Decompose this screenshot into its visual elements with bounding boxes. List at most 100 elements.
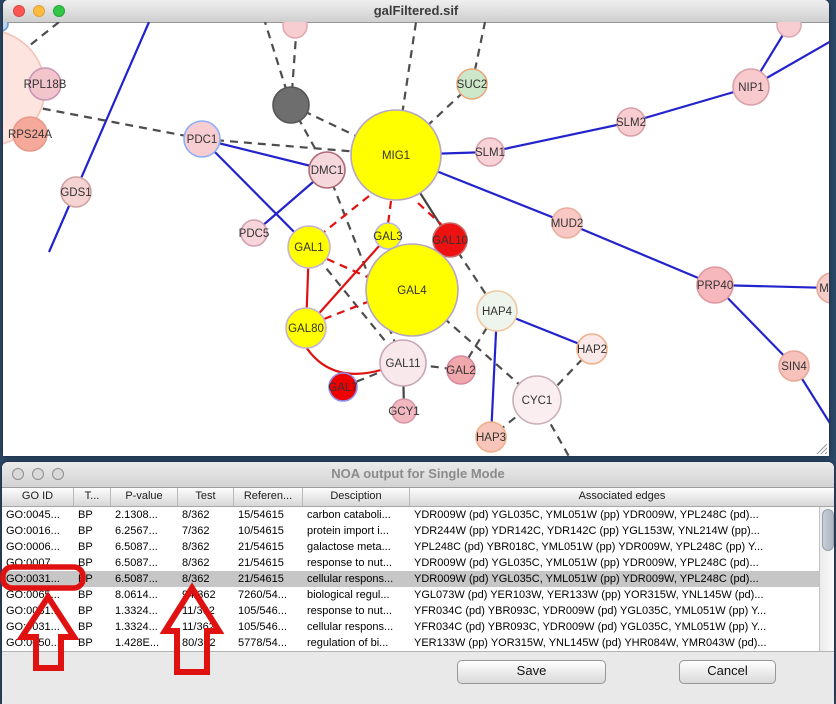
scrollbar-thumb[interactable]: [822, 509, 834, 551]
cell: YGL073W (pd) YER103W, YER133W (pp) YOR31…: [410, 587, 834, 603]
node-label: GAL2: [446, 365, 475, 377]
node-unlabeled[interactable]: [3, 22, 8, 31]
cell: GO:0016...: [2, 523, 74, 539]
edge-blue: [567, 223, 715, 285]
cell: GO:0045...: [2, 507, 74, 523]
node-label: GAL4: [397, 285, 427, 297]
cell: cellular respons...: [303, 619, 410, 635]
node-label: MUD2: [551, 218, 584, 230]
table-row[interactable]: GO:0016...BP6.2567...7/36210/54615protei…: [2, 523, 834, 539]
cell: BP: [74, 603, 111, 619]
cell: BP: [74, 523, 111, 539]
column-header-6[interactable]: Desciption: [303, 488, 410, 506]
node-label: SLM2: [616, 117, 646, 129]
edge-dashed: [29, 106, 202, 139]
node-label: SIN4: [781, 361, 807, 373]
cell: 6.5087...: [111, 571, 178, 587]
node-label: SLM1: [475, 147, 505, 159]
window-title: galFiltered.sif: [3, 3, 829, 18]
node-label: RPL18B: [24, 79, 67, 91]
edge-blue: [49, 22, 149, 252]
node-label: GAL7: [328, 382, 357, 394]
table-row[interactable]: GO:0031...BP1.3324...11/362105/546...res…: [2, 603, 834, 619]
column-header-1[interactable]: GO ID: [2, 488, 74, 506]
table-row[interactable]: GO:0050...BP1.428E...80/3625778/54...reg…: [2, 635, 834, 651]
cancel-button[interactable]: Cancel: [679, 660, 776, 684]
table-row[interactable]: GO:0031...BP1.3324...11/362105/546...cel…: [2, 619, 834, 635]
node-label: HAP4: [482, 306, 513, 318]
cell: 8/362: [178, 539, 234, 555]
vertical-scrollbar[interactable]: [819, 507, 834, 651]
save-button[interactable]: Save: [457, 660, 606, 684]
column-header-3[interactable]: P-value: [111, 488, 178, 506]
node-unlabeled[interactable]: [777, 22, 801, 37]
cell: BP: [74, 507, 111, 523]
node-label: GAL11: [386, 358, 421, 370]
cell: regulation of bi...: [303, 635, 410, 651]
cell: GO:0031...: [2, 619, 74, 635]
cell: 1.3324...: [111, 603, 178, 619]
network-window: galFiltered.sif RPL18BRPS24AGDS1PDC1DMC1…: [3, 0, 829, 456]
noa-footer: Save Cancel: [2, 651, 834, 704]
cell: 6.5087...: [111, 555, 178, 571]
node-label: HAP3: [476, 432, 506, 444]
table-row[interactable]: GO:0007...BP6.5087...8/36221/54615respon…: [2, 555, 834, 571]
cell: 105/546...: [234, 619, 303, 635]
edge-red: [306, 347, 381, 374]
table-row-selected[interactable]: GO:0031...BP6.5087...8/36221/54615cellul…: [2, 571, 834, 587]
column-header-2[interactable]: T...: [74, 488, 111, 506]
node-label: MIG1: [382, 150, 410, 162]
cell: 15/54615: [234, 507, 303, 523]
cell: 8/362: [178, 571, 234, 587]
cell: 5778/54...: [234, 635, 303, 651]
column-header-4[interactable]: Test: [178, 488, 234, 506]
cell: YDR009W (pd) YGL035C, YML051W (pp) YDR00…: [410, 571, 834, 587]
cell: GO:0050...: [2, 635, 74, 651]
table-row[interactable]: GO:0065...BP8.0614...94/3627260/54...bio…: [2, 587, 834, 603]
cell: YDR244W (pp) YDR142C, YDR142C (pp) YGL15…: [410, 523, 834, 539]
cell: 2.1308...: [111, 507, 178, 523]
table-body: GO:0045...BP2.1308...8/36215/54615carbon…: [2, 507, 834, 651]
cell: YFR034C (pd) YBR093C, YDR009W (pd) YGL03…: [410, 603, 834, 619]
cell: BP: [74, 571, 111, 587]
node-label: GDS1: [60, 187, 91, 199]
network-titlebar[interactable]: galFiltered.sif: [3, 0, 829, 23]
cell: 10/54615: [234, 523, 303, 539]
cell: 1.3324...: [111, 619, 178, 635]
cell: BP: [74, 619, 111, 635]
edge-reddash: [418, 203, 443, 226]
cell: 105/546...: [234, 603, 303, 619]
cell: 11/362: [178, 619, 234, 635]
cell: GO:0007...: [2, 555, 74, 571]
cell: protein import i...: [303, 523, 410, 539]
cell: YPL248C (pd) YBR018C, YML051W (pp) YDR00…: [410, 539, 834, 555]
cell: 1.428E...: [111, 635, 178, 651]
node-unlabeled[interactable]: [283, 22, 307, 38]
cell: carbon cataboli...: [303, 507, 410, 523]
node-label: GAL80: [288, 323, 324, 335]
node-label: PRP40: [697, 280, 733, 292]
cell: GO:0065...: [2, 587, 74, 603]
node-label: GCY1: [388, 406, 419, 418]
cell: 7/362: [178, 523, 234, 539]
table-row[interactable]: GO:0006...BP6.5087...8/36221/54615galact…: [2, 539, 834, 555]
cell: BP: [74, 539, 111, 555]
cell: 80/362: [178, 635, 234, 651]
cell: response to nut...: [303, 603, 410, 619]
node-unlabeled[interactable]: [273, 87, 309, 123]
column-header-5[interactable]: Referen...: [234, 488, 303, 506]
noa-window: NOA output for Single Mode GO IDT...P-va…: [2, 462, 834, 704]
cell: response to nut...: [303, 555, 410, 571]
table-row[interactable]: GO:0045...BP2.1308...8/36215/54615carbon…: [2, 507, 834, 523]
network-svg[interactable]: RPL18BRPS24AGDS1PDC1DMC1MIG1SUC2SLM1SLM2…: [3, 22, 829, 456]
noa-titlebar[interactable]: NOA output for Single Mode: [2, 462, 834, 488]
node-label: NIP1: [738, 82, 764, 94]
cell: BP: [74, 555, 111, 571]
resize-grip-icon[interactable]: [814, 441, 827, 454]
column-header-7[interactable]: Associated edges: [410, 488, 834, 506]
cell: 21/54615: [234, 555, 303, 571]
cell: GO:0006...: [2, 539, 74, 555]
cell: 8/362: [178, 507, 234, 523]
edge-blue: [490, 122, 631, 152]
node-label: HAP2: [577, 344, 607, 356]
